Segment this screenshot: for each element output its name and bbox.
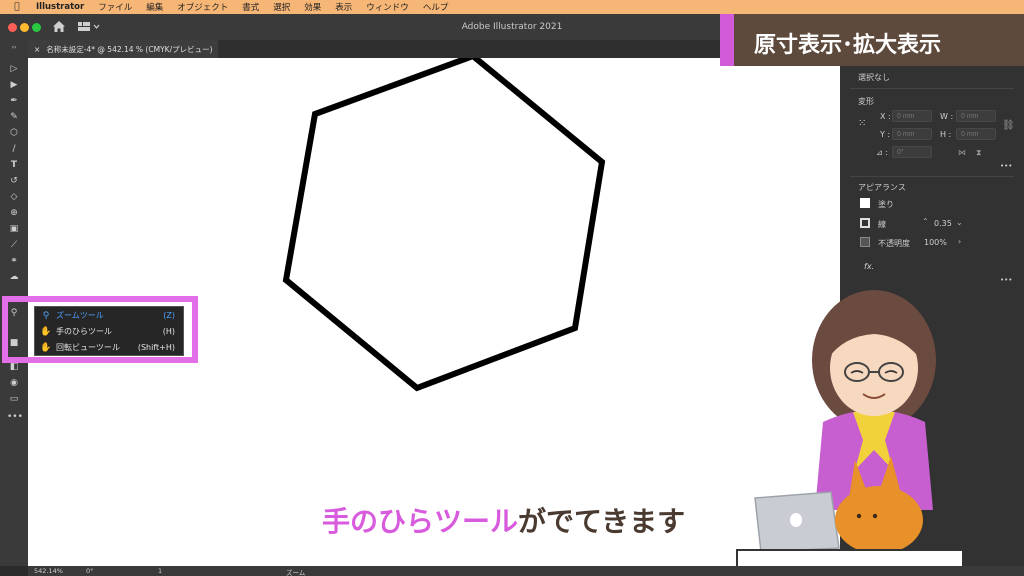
status-bar: 542.14% 0° 1 ズーム — [28, 566, 1024, 576]
h-input[interactable] — [956, 128, 996, 140]
heading-title: 原寸表示･拡大表示 — [754, 33, 942, 58]
opacity-label: 不透明度 — [878, 239, 910, 248]
panel-divider — [850, 88, 1014, 89]
fill-swatch[interactable] — [860, 198, 870, 208]
opacity-icon — [860, 237, 870, 247]
screen-mode-icon[interactable]: ▭ — [7, 394, 21, 405]
type-tool-icon[interactable]: T — [7, 160, 21, 171]
direct-selection-tool-icon[interactable]: ▶ — [7, 80, 21, 91]
rotate-view-icon: ✋ — [40, 342, 52, 353]
laptop-logo — [790, 513, 802, 527]
fx-button[interactable]: fx. — [864, 262, 874, 271]
document-tab-bar: × 名称未設定-4* @ 542.14 % (CMYK/プレビュー) — [28, 40, 840, 58]
opacity-value[interactable]: 100% — [924, 238, 947, 247]
stroke-swatch[interactable] — [860, 218, 870, 228]
menu-edit[interactable]: 編集 — [146, 1, 163, 13]
pen-tool-icon[interactable]: ✒ — [7, 96, 21, 107]
document-tab[interactable]: × 名称未設定-4* @ 542.14 % (CMYK/プレビュー) — [28, 40, 218, 58]
flyout-item-shortcut: (Shift+H) — [137, 343, 175, 352]
menu-window[interactable]: ウィンドウ — [366, 1, 409, 13]
x-input[interactable] — [892, 110, 932, 122]
apple-icon[interactable]:  — [10, 2, 24, 12]
stroke-dropdown-icon[interactable]: ⌄ — [956, 218, 963, 227]
eraser-tool-icon[interactable]: ◇ — [7, 192, 21, 203]
menu-help[interactable]: ヘルプ — [423, 1, 449, 13]
zoom-tool-flyout: ⚲ ズームツール (Z) ✋ 手のひらツール (H) ✋ 回転ビューツール (S… — [34, 306, 184, 356]
curvature-tool-icon[interactable]: ✎ — [7, 112, 21, 123]
rotate-tool-icon[interactable]: ↺ — [7, 176, 21, 187]
y-input[interactable] — [892, 128, 932, 140]
menu-bar:  Illustrator ファイル 編集 オブジェクト 書式 選択 効果 表示… — [0, 0, 1024, 14]
blend-tool-icon[interactable]: ⚭ — [7, 256, 21, 267]
tab-close-icon[interactable]: × — [34, 45, 40, 54]
angle-input[interactable] — [892, 146, 932, 158]
h-label: H : — [940, 130, 952, 139]
w-label: W : — [940, 112, 954, 121]
menu-select[interactable]: 選択 — [273, 1, 290, 13]
presenter-illustration — [736, 290, 964, 576]
stroke-weight-value[interactable]: 0.35 — [934, 219, 952, 228]
caption-highlight: 手のひらツール — [322, 505, 519, 538]
caption: 手のひらツールがでてきます — [322, 500, 685, 540]
flip-horizontal-icon[interactable]: ⋈ — [958, 148, 966, 157]
reference-point-icon[interactable]: ⁙ — [858, 118, 866, 129]
panel-divider — [850, 176, 1014, 177]
selection-tool-icon[interactable]: ▷ — [7, 64, 21, 75]
shape-builder-tool-icon[interactable]: ⊕ — [7, 208, 21, 219]
flyout-item-shortcut: (Z) — [163, 311, 175, 320]
status-mode-label: ズーム — [286, 569, 306, 576]
artboard-navigator[interactable]: 1 — [158, 567, 162, 575]
menu-view[interactable]: 表示 — [335, 1, 352, 13]
flyout-item-zoom-tool[interactable]: ⚲ ズームツール (Z) — [35, 308, 183, 323]
heading-badge: 原寸表示･拡大表示 — [720, 14, 1024, 66]
polygon-tool-icon[interactable]: ⬡ — [7, 128, 21, 139]
flyout-item-hand-tool[interactable]: ✋ 手のひらツール (H) — [35, 324, 183, 339]
flip-vertical-icon[interactable]: ⧗ — [976, 148, 982, 158]
flyout-item-label: 手のひらツール — [56, 327, 112, 336]
toolbar-collapse-icon[interactable]: ›› — [7, 42, 21, 53]
caption-text: がでてきます — [518, 505, 686, 538]
hand-icon: ✋ — [40, 326, 52, 337]
menu-file[interactable]: ファイル — [98, 1, 132, 13]
appearance-section-title: アピアランス — [858, 183, 906, 192]
menu-app-illustrator[interactable]: Illustrator — [36, 2, 84, 12]
transform-more-button[interactable]: ••• — [1000, 162, 1012, 170]
constrain-proportions-icon[interactable]: ⛓ — [1002, 120, 1015, 131]
tab-title: 名称未設定-4* @ 542.14 % (CMYK/プレビュー) — [46, 44, 213, 54]
draw-mode-icon[interactable]: ◉ — [7, 378, 21, 389]
flyout-item-shortcut: (H) — [162, 327, 175, 336]
flyout-item-label: 回転ビューツール — [56, 343, 120, 352]
magnifier-icon: ⚲ — [42, 310, 50, 321]
flyout-item-rotate-view-tool[interactable]: ✋ 回転ビューツール (Shift+H) — [35, 340, 183, 355]
stroke-label: 線 — [878, 220, 886, 229]
rotation-angle-field[interactable]: 0° — [86, 567, 93, 575]
menu-object[interactable]: オブジェクト — [177, 1, 228, 13]
x-label: X : — [880, 112, 891, 121]
transform-section-title: 変形 — [858, 97, 874, 106]
stroke-stepper-icon[interactable]: ⌃ — [922, 217, 929, 226]
menu-type[interactable]: 書式 — [242, 1, 259, 13]
mascot-eye-right — [872, 513, 878, 519]
angle-label: ⊿ : — [876, 148, 888, 157]
eyedropper-tool-icon[interactable]: ⟋ — [7, 240, 21, 251]
symbol-sprayer-tool-icon[interactable]: ☁ — [7, 272, 21, 283]
selection-status: 選択なし — [858, 73, 890, 82]
mascot-body — [835, 486, 923, 554]
flyout-item-label: ズームツール — [56, 311, 104, 320]
opacity-arrow-icon[interactable]: › — [958, 237, 961, 246]
y-label: Y : — [880, 130, 891, 139]
fill-label: 塗り — [878, 200, 894, 209]
w-input[interactable] — [956, 110, 996, 122]
edit-toolbar-icon[interactable]: ••• — [7, 412, 23, 423]
color-mode-icon[interactable]: ◧ — [7, 362, 21, 373]
menu-effect[interactable]: 効果 — [304, 1, 321, 13]
gradient-tool-icon[interactable]: ▣ — [7, 224, 21, 235]
zoom-level-field[interactable]: 542.14% — [34, 567, 63, 575]
paintbrush-tool-icon[interactable]: ∕ — [7, 144, 21, 155]
mascot-eye-left — [856, 513, 862, 519]
